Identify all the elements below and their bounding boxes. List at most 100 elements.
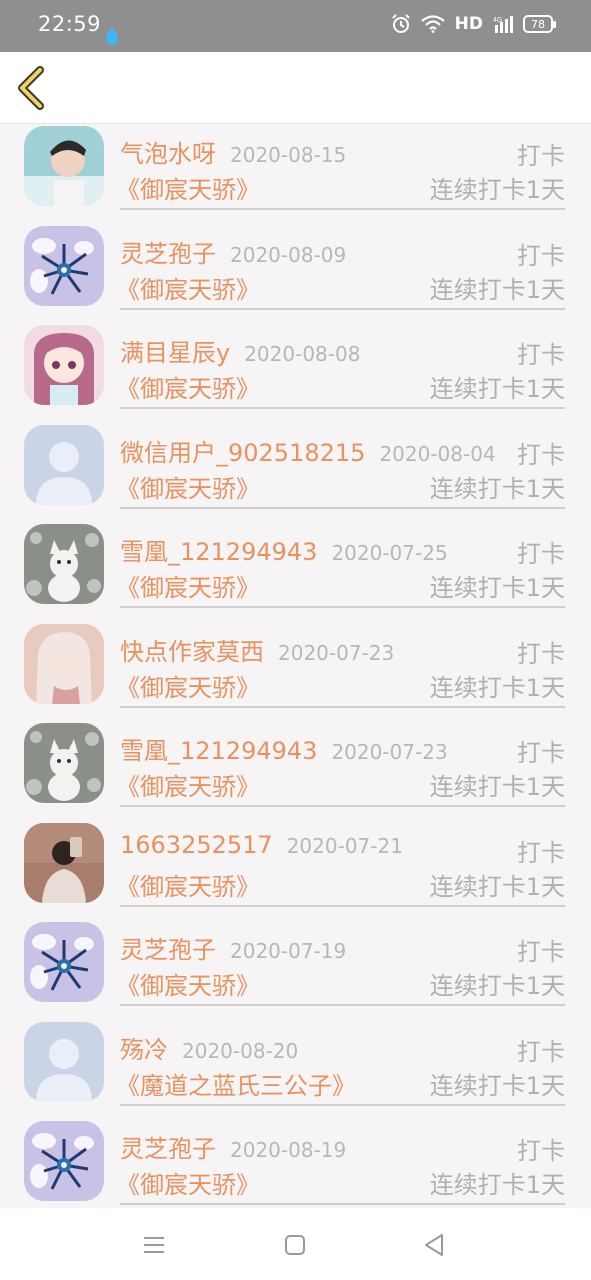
home-icon[interactable] xyxy=(280,1230,310,1260)
streak-label: 连续打卡1天 xyxy=(429,872,565,901)
book-title[interactable]: 《御宸天骄》 xyxy=(116,668,260,703)
checkin-action[interactable]: 打卡 xyxy=(517,1131,565,1166)
menu-icon[interactable] xyxy=(139,1230,169,1260)
checkin-action[interactable]: 打卡 xyxy=(517,733,565,768)
header xyxy=(0,52,591,124)
list-item[interactable]: 灵芝孢子 2020-08-09 打卡 《御宸天骄》 连续打卡1天 xyxy=(0,224,591,324)
list-item[interactable]: 灵芝孢子 2020-07-19 打卡 《御宸天骄》 连续打卡1天 xyxy=(0,920,591,1020)
user-name-text: 满目星辰y xyxy=(120,339,231,367)
user-name-text: 灵芝孢子 xyxy=(120,1135,216,1163)
list-item[interactable]: 满目星辰y 2020-08-08 打卡 《御宸天骄》 连续打卡1天 xyxy=(0,323,591,423)
user-name: 微信用户_902518215 2020-08-04 xyxy=(120,433,496,468)
battery-level: 78 xyxy=(531,17,545,31)
divider xyxy=(120,904,565,907)
avatar[interactable] xyxy=(24,623,104,704)
book-title[interactable]: 《御宸天骄》 xyxy=(116,867,260,902)
book-title[interactable]: 《御宸天骄》 xyxy=(116,369,260,404)
user-name: 满目星辰y 2020-08-08 xyxy=(120,333,360,368)
book-title[interactable]: 《御宸天骄》 xyxy=(116,1165,260,1200)
user-name: 灵芝孢子 2020-07-19 xyxy=(120,930,346,965)
divider xyxy=(120,705,565,708)
avatar[interactable] xyxy=(24,1121,104,1201)
alarm-icon xyxy=(391,14,410,33)
checkin-action[interactable]: 打卡 xyxy=(517,236,565,271)
book-title[interactable]: 《御宸天骄》 xyxy=(116,568,260,603)
streak-label: 连续打卡1天 xyxy=(429,375,565,403)
avatar[interactable] xyxy=(24,723,104,803)
status-bar: 22:59 HD 4G 78 xyxy=(0,0,591,52)
checkin-action[interactable]: 打卡 xyxy=(517,435,565,470)
streak-label: 连续打卡1天 xyxy=(429,773,565,801)
user-name: 快点作家莫西 2020-07-23 xyxy=(120,632,394,667)
divider xyxy=(120,407,565,409)
user-name: 灵芝孢子 2020-08-09 xyxy=(120,234,346,269)
checkin-action[interactable]: 打卡 xyxy=(517,534,565,569)
list-item[interactable]: 微信用户_902518215 2020-08-04 打卡 《御宸天骄》 连续打卡1… xyxy=(0,423,591,523)
streak-label: 连续打卡1天 xyxy=(429,673,565,702)
divider xyxy=(120,805,565,807)
book-title[interactable]: 《御宸天骄》 xyxy=(116,469,260,504)
back-triangle-icon[interactable] xyxy=(420,1230,450,1260)
notification-icon xyxy=(106,27,118,45)
user-name: 雪凰_121294943 2020-07-25 xyxy=(120,532,448,567)
checkin-date: 2020-07-23 xyxy=(278,640,395,665)
checkin-action[interactable]: 打卡 xyxy=(517,634,565,669)
user-name-text: 灵芝孢子 xyxy=(120,936,216,964)
book-title[interactable]: 《魔道之蓝氏三公子》 xyxy=(116,1066,356,1101)
chevron-left-icon[interactable] xyxy=(14,66,50,110)
checkin-date: 2020-08-08 xyxy=(244,342,361,366)
streak-label: 连续打卡1天 xyxy=(429,972,565,1000)
user-name-text: 气泡水呀 xyxy=(120,140,216,168)
checkin-date: 2020-07-25 xyxy=(331,541,448,565)
checkin-date: 2020-07-23 xyxy=(331,740,448,764)
divider xyxy=(120,208,565,210)
divider xyxy=(120,1004,565,1006)
user-name: 殇冷 2020-08-20 xyxy=(120,1030,298,1065)
list-item[interactable]: 雪凰_121294943 2020-07-23 打卡 《御宸天骄》 连续打卡1天 xyxy=(0,721,591,821)
checkin-action[interactable]: 打卡 xyxy=(517,932,565,967)
wifi-icon xyxy=(420,15,445,33)
checkin-date: 2020-08-20 xyxy=(182,1038,299,1063)
user-name-text: 雪凰_121294943 xyxy=(120,538,318,566)
divider xyxy=(120,307,565,310)
checkin-list: 气泡水呀 2020-08-15 打卡 《御宸天骄》 连续打卡1天 灵芝孢子 2020… xyxy=(0,124,591,1208)
checkin-date: 2020-07-19 xyxy=(230,939,347,963)
book-title[interactable]: 《御宸天骄》 xyxy=(116,170,260,205)
avatar[interactable] xyxy=(24,524,104,604)
checkin-action[interactable]: 打卡 xyxy=(517,1032,565,1067)
checkin-date: 2020-08-19 xyxy=(230,1138,347,1162)
avatar[interactable] xyxy=(24,126,104,206)
user-name: 灵芝孢子 2020-08-19 xyxy=(120,1129,346,1164)
book-title[interactable]: 《御宸天骄》 xyxy=(116,966,260,1001)
list-item[interactable]: 1663252517 2020-07-21 打卡 《御宸天骄》 连续打卡1天 xyxy=(0,821,591,921)
signal-icon: 4G xyxy=(493,16,513,33)
streak-label: 连续打卡1天 xyxy=(429,574,565,602)
avatar[interactable] xyxy=(24,325,104,405)
checkin-date: 2020-08-04 xyxy=(379,441,496,466)
avatar[interactable] xyxy=(24,1021,104,1102)
checkin-date: 2020-07-21 xyxy=(286,833,403,858)
divider xyxy=(120,1103,565,1106)
list-item[interactable]: 气泡水呀 2020-08-15 打卡 《御宸天骄》 连续打卡1天 xyxy=(0,124,591,224)
list-item[interactable]: 灵芝孢子 2020-08-19 打卡 《御宸天骄》 连续打卡1天 xyxy=(0,1119,591,1208)
avatar[interactable] xyxy=(24,922,104,1002)
avatar[interactable] xyxy=(24,424,104,505)
checkin-action[interactable]: 打卡 xyxy=(517,833,565,868)
checkin-date: 2020-08-09 xyxy=(230,242,347,267)
book-title[interactable]: 《御宸天骄》 xyxy=(116,767,260,802)
avatar[interactable] xyxy=(24,822,104,903)
list-item[interactable]: 雪凰_121294943 2020-07-25 打卡 《御宸天骄》 连续打卡1天 xyxy=(0,522,591,622)
streak-label: 连续打卡1天 xyxy=(429,1071,565,1100)
user-name-text: 微信用户_902518215 xyxy=(120,438,366,467)
list-item[interactable]: 快点作家莫西 2020-07-23 打卡 《御宸天骄》 连续打卡1天 xyxy=(0,622,591,722)
book-title[interactable]: 《御宸天骄》 xyxy=(116,270,260,305)
user-name: 气泡水呀 2020-08-15 xyxy=(120,134,346,169)
divider xyxy=(120,606,565,608)
divider xyxy=(120,506,565,509)
streak-label: 连续打卡1天 xyxy=(429,275,565,304)
navigation-bar xyxy=(0,1208,591,1280)
list-item[interactable]: 殇冷 2020-08-20 打卡 《魔道之蓝氏三公子》 连续打卡1天 xyxy=(0,1020,591,1120)
checkin-action[interactable]: 打卡 xyxy=(517,136,565,171)
avatar[interactable] xyxy=(24,225,104,306)
checkin-action[interactable]: 打卡 xyxy=(517,335,565,370)
